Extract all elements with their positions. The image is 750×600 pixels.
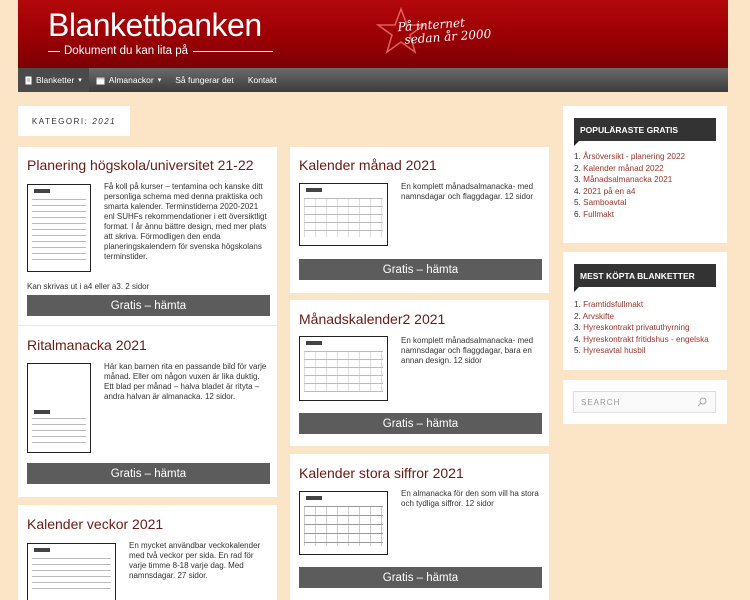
post-thumbnail[interactable] bbox=[27, 543, 116, 600]
list-item[interactable]: 2. Arvskifte bbox=[574, 311, 709, 323]
calendar-icon bbox=[96, 76, 105, 85]
site-tagline: Dokument du kan lita på bbox=[48, 45, 274, 57]
nav-item-kontakt[interactable]: Kontakt bbox=[241, 68, 284, 92]
search-input[interactable]: SEARCH bbox=[573, 391, 716, 413]
list-item[interactable]: 5. Samboavtal bbox=[574, 197, 685, 209]
widget-title: MEST KÖPTA BLANKETTER bbox=[574, 264, 716, 292]
list-item[interactable]: 6. Fullmakt bbox=[574, 209, 685, 221]
nav-item-almanackor[interactable]: Almanackor ▾ bbox=[89, 68, 168, 92]
post-excerpt: En almanacka för den som vill ha stora o… bbox=[401, 489, 539, 508]
search-widget: SEARCH bbox=[563, 380, 727, 424]
post-title[interactable]: Månadskalender2 2021 bbox=[299, 311, 445, 327]
widget-title: POPULÄRASTE GRATIS bbox=[574, 118, 716, 146]
post-title[interactable]: Kalender stora siffror 2021 bbox=[299, 465, 464, 481]
post-card: Kalender stora siffror 2021 En almanacka… bbox=[290, 454, 549, 600]
post-thumbnail[interactable] bbox=[299, 491, 388, 555]
popular-list: 1. Årsöversikt - planering 2022 2. Kalen… bbox=[574, 151, 685, 221]
popular-widget: POPULÄRASTE GRATIS 1. Årsöversikt - plan… bbox=[563, 106, 727, 243]
nav-item-blanketter[interactable]: Blanketter ▾ bbox=[18, 68, 89, 92]
post-card: Planering högskola/universitet 21-22 Få … bbox=[18, 147, 277, 325]
download-button[interactable]: Gratis – hämta bbox=[299, 567, 542, 588]
download-button[interactable]: Gratis – hämta bbox=[27, 295, 270, 316]
download-button[interactable]: Gratis – hämta bbox=[299, 413, 542, 434]
list-item[interactable]: 3. Hyreskontrakt privatuthyrning bbox=[574, 322, 709, 334]
site-logo-title[interactable]: Blankettbanken bbox=[48, 7, 262, 44]
post-card: Kalender månad 2021 En komplett månadsal… bbox=[290, 147, 549, 293]
post-title[interactable]: Planering högskola/universitet 21-22 bbox=[27, 157, 253, 173]
header-banner[interactable]: Blankettbanken Dokument du kan lita på P… bbox=[18, 0, 728, 68]
list-item[interactable]: 4. 2021 på en a4 bbox=[574, 186, 685, 198]
site-header: Blankettbanken Dokument du kan lita på P… bbox=[0, 0, 750, 68]
category-label-box: KATEGORI: 2021 bbox=[18, 106, 130, 136]
post-excerpt: En mycket användbar veckokalender med tv… bbox=[129, 541, 261, 580]
chevron-down-icon: ▾ bbox=[78, 77, 82, 84]
post-thumbnail[interactable] bbox=[299, 183, 388, 246]
list-item[interactable]: 3. Månadsalmanacka 2021 bbox=[574, 174, 685, 186]
nav-item-sa-fungerar-det[interactable]: Så fungerar det bbox=[168, 68, 241, 92]
download-button[interactable]: Gratis – hämta bbox=[27, 463, 270, 484]
post-title[interactable]: Kalender månad 2021 bbox=[299, 157, 437, 173]
list-item[interactable]: 4. Hyreskontrakt fritidshus - engelska bbox=[574, 334, 709, 346]
post-excerpt: Här kan barnen rita en passande bild för… bbox=[104, 362, 267, 401]
post-excerpt: En komplett månadsalmanacka- med namnsda… bbox=[401, 336, 534, 365]
post-thumbnail[interactable] bbox=[27, 184, 91, 272]
post-title[interactable]: Ritalmanacka 2021 bbox=[27, 337, 147, 353]
main-nav: Blanketter ▾ Almanackor ▾ Så fungerar de… bbox=[18, 68, 728, 92]
most-bought-widget: MEST KÖPTA BLANKETTER 1. Framtidsfullmak… bbox=[563, 252, 727, 370]
search-icon[interactable] bbox=[697, 397, 707, 407]
chevron-down-icon: ▾ bbox=[157, 77, 162, 84]
post-thumbnail[interactable] bbox=[27, 363, 91, 453]
list-item[interactable]: 5. Hyresavtal husbil bbox=[574, 345, 709, 357]
post-excerpt: Få koll på kurser – tentamina och kanske… bbox=[104, 182, 267, 261]
post-thumbnail[interactable] bbox=[299, 336, 388, 401]
post-title[interactable]: Kalender veckor 2021 bbox=[27, 516, 163, 532]
download-button[interactable]: Gratis – hämta bbox=[299, 259, 542, 280]
post-excerpt-extra: Kan skrivas ut i a4 eller a3. 2 sidor bbox=[27, 282, 150, 291]
slogan-badge: På internet sedan år 2000 bbox=[397, 15, 492, 47]
list-item[interactable]: 1. Årsöversikt - planering 2022 bbox=[574, 151, 685, 163]
most-bought-list: 1. Framtidsfullmakt 2. Arvskifte 3. Hyre… bbox=[574, 299, 709, 357]
post-card: Kalender veckor 2021 En mycket användbar… bbox=[18, 505, 277, 600]
post-card: Ritalmanacka 2021 Här kan barnen rita en… bbox=[18, 326, 277, 497]
list-item[interactable]: 1. Framtidsfullmakt bbox=[574, 299, 709, 311]
post-excerpt: En komplett månadsalmanacka- med namnsda… bbox=[401, 182, 534, 201]
post-card: Månadskalender2 2021 En komplett månadsa… bbox=[290, 300, 549, 446]
list-item[interactable]: 2. Kalender månad 2022 bbox=[574, 163, 685, 175]
document-icon bbox=[25, 76, 32, 85]
